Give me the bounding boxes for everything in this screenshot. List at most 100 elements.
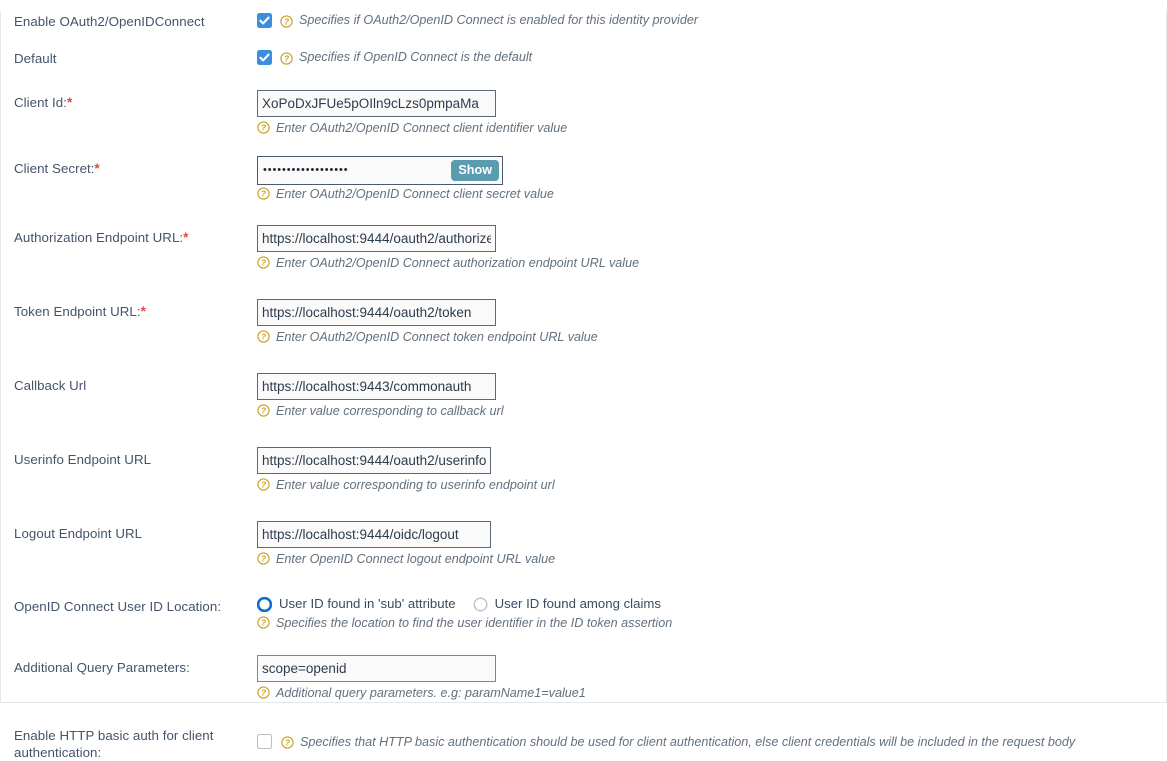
radio-label-user-id-claims[interactable]: User ID found among claims [488,595,661,613]
svg-text:?: ? [284,53,290,63]
field-authorization-endpoint-url: ? Enter OAuth2/OpenID Connect authorizat… [257,225,1166,271]
help-text: Enter value corresponding to callback ur… [276,404,504,418]
form-row-default: Default ? Specifies if OpenID Connect is… [1,49,1166,67]
svg-text:?: ? [261,406,267,416]
label-text: Callback Url [14,378,87,393]
callback-url-input[interactable] [257,373,496,400]
logout-endpoint-url-input[interactable] [257,521,491,548]
svg-text:?: ? [261,554,267,564]
field-enable-oauth2: ? Specifies if OAuth2/OpenID Connect is … [257,12,1166,28]
enable-http-basic-auth-checkbox[interactable] [256,733,273,750]
help-icon[interactable]: ? [280,51,293,65]
authorization-endpoint-url-input[interactable] [257,225,496,252]
field-userinfo-endpoint-url: ? Enter value corresponding to userinfo … [257,447,1166,493]
checkbox-line: ? Specifies that HTTP basic authenticati… [256,733,1166,750]
help-text: Enter OpenID Connect logout endpoint URL… [276,552,556,566]
help-icon[interactable]: ? [257,616,270,629]
client-secret-input[interactable]: •••••••••••••••••• [258,157,451,184]
label-user-id-location: OpenID Connect User ID Location: [14,595,257,615]
field-client-secret: •••••••••••••••••• Show ? Enter OAuth2/O… [257,156,1166,202]
field-callback-url: ? Enter value corresponding to callback … [257,373,1166,419]
label-text: OpenID Connect User ID Location: [14,599,222,614]
form-row-enable-oauth2: Enable OAuth2/OpenIDConnect ? Specifies … [1,12,1166,30]
form-row-token-endpoint-url: Token Endpoint URL:* ? Enter OAuth2/Open… [1,299,1166,345]
help-authorization-endpoint-url: ? Enter OAuth2/OpenID Connect authorizat… [257,255,1166,271]
help-additional-query-parameters: ? Additional query parameters. e.g: para… [257,685,1166,701]
form-row-client-secret: Client Secret:* •••••••••••••••••• Show … [1,156,1166,202]
label-text: Client Secret: [14,161,95,176]
label-text: Default [14,51,57,66]
required-asterisk: * [94,161,100,176]
form-row-additional-query-parameters: Additional Query Parameters: ? Additiona… [1,655,1166,701]
help-user-id-location: ? Specifies the location to find the use… [257,615,1166,631]
form-row-callback-url: Callback Url ? Enter value corresponding… [1,373,1166,419]
oauth2-openidconnect-config-form: Enable OAuth2/OpenIDConnect ? Specifies … [0,12,1167,760]
token-endpoint-url-input[interactable] [257,299,496,326]
field-token-endpoint-url: ? Enter OAuth2/OpenID Connect token endp… [257,299,1166,345]
required-asterisk: * [66,95,73,110]
svg-text:?: ? [261,123,267,133]
radio-user-id-sub[interactable] [256,596,273,612]
additional-query-parameters-input[interactable] [257,655,496,682]
label-authorization-endpoint-url: Authorization Endpoint URL:* [14,225,257,246]
help-client-secret: ? Enter OAuth2/OpenID Connect client sec… [257,186,1166,202]
help-text: Specifies if OpenID Connect is the defau… [299,50,533,64]
radio-user-id-claims[interactable] [473,597,488,612]
userinfo-endpoint-url-input[interactable] [257,447,491,474]
field-additional-query-parameters: ? Additional query parameters. e.g: para… [257,655,1166,701]
form-row-logout-endpoint-url: Logout Endpoint URL ? Enter OpenID Conne… [1,521,1166,567]
help-enable-oauth2: ? Specifies if OAuth2/OpenID Connect is … [280,12,698,28]
radio-group-user-id-location: User ID found in 'sub' attribute User ID… [256,595,1166,613]
help-text: Enter OAuth2/OpenID Connect client secre… [276,187,554,201]
enable-oauth2-checkbox[interactable] [257,13,272,28]
help-icon[interactable]: ? [257,552,270,565]
help-icon[interactable]: ? [257,187,270,200]
label-callback-url: Callback Url [14,373,257,394]
label-text: Enable OAuth2/OpenIDConnect [14,14,205,29]
help-text: Specifies that HTTP basic authentication… [300,735,1076,749]
help-enable-http-basic-auth: ? Specifies that HTTP basic authenticati… [281,734,1075,750]
label-enable-oauth2: Enable OAuth2/OpenIDConnect [14,12,257,30]
default-checkbox[interactable] [257,50,272,65]
show-secret-button[interactable]: Show [451,160,499,181]
client-id-input[interactable] [257,90,496,117]
form-row-user-id-location: OpenID Connect User ID Location: User ID… [1,595,1166,631]
help-default: ? Specifies if OpenID Connect is the def… [280,49,532,65]
svg-text:?: ? [261,258,267,268]
label-enable-http-basic-auth: Enable HTTP basic auth for client authen… [14,727,257,761]
client-secret-input-group: •••••••••••••••••• Show [257,156,503,185]
required-asterisk: * [183,230,189,245]
help-icon[interactable]: ? [257,330,270,343]
label-logout-endpoint-url: Logout Endpoint URL [14,521,257,542]
form-row-enable-http-basic-auth: Enable HTTP basic auth for client authen… [1,727,1166,761]
label-userinfo-endpoint-url: Userinfo Endpoint URL [14,447,257,468]
label-text: Authorization Endpoint URL: [14,230,184,245]
label-client-id: Client Id:* [14,90,257,111]
svg-text:?: ? [261,332,267,342]
help-token-endpoint-url: ? Enter OAuth2/OpenID Connect token endp… [257,329,1166,345]
label-text: Logout Endpoint URL [14,526,143,541]
field-enable-http-basic-auth: ? Specifies that HTTP basic authenticati… [256,727,1166,750]
radio-label-user-id-sub[interactable]: User ID found in 'sub' attribute [272,595,473,613]
field-logout-endpoint-url: ? Enter OpenID Connect logout endpoint U… [257,521,1166,567]
form-row-authorization-endpoint-url: Authorization Endpoint URL:* ? Enter OAu… [1,225,1166,271]
help-text: Enter value corresponding to userinfo en… [276,478,555,492]
form-row-client-id: Client Id:* ? Enter OAuth2/OpenID Connec… [1,90,1166,136]
svg-text:?: ? [261,688,267,698]
svg-text:?: ? [261,480,267,490]
checkbox-line: ? Specifies if OAuth2/OpenID Connect is … [257,12,1166,28]
checkbox-line: ? Specifies if OpenID Connect is the def… [257,49,1166,65]
help-icon[interactable]: ? [257,121,270,134]
help-icon[interactable]: ? [281,735,294,749]
help-icon[interactable]: ? [257,404,270,417]
help-icon[interactable]: ? [257,256,270,269]
help-callback-url: ? Enter value corresponding to callback … [257,403,1166,419]
help-text: Enter OAuth2/OpenID Connect authorizatio… [276,256,640,270]
help-icon[interactable]: ? [257,478,270,491]
help-icon[interactable]: ? [280,14,293,28]
help-icon[interactable]: ? [257,686,270,699]
help-userinfo-endpoint-url: ? Enter value corresponding to userinfo … [257,477,1166,493]
help-text: Specifies the location to find the user … [276,616,673,630]
help-text: Enter OAuth2/OpenID Connect client ident… [276,121,568,135]
field-client-id: ? Enter OAuth2/OpenID Connect client ide… [257,90,1166,136]
